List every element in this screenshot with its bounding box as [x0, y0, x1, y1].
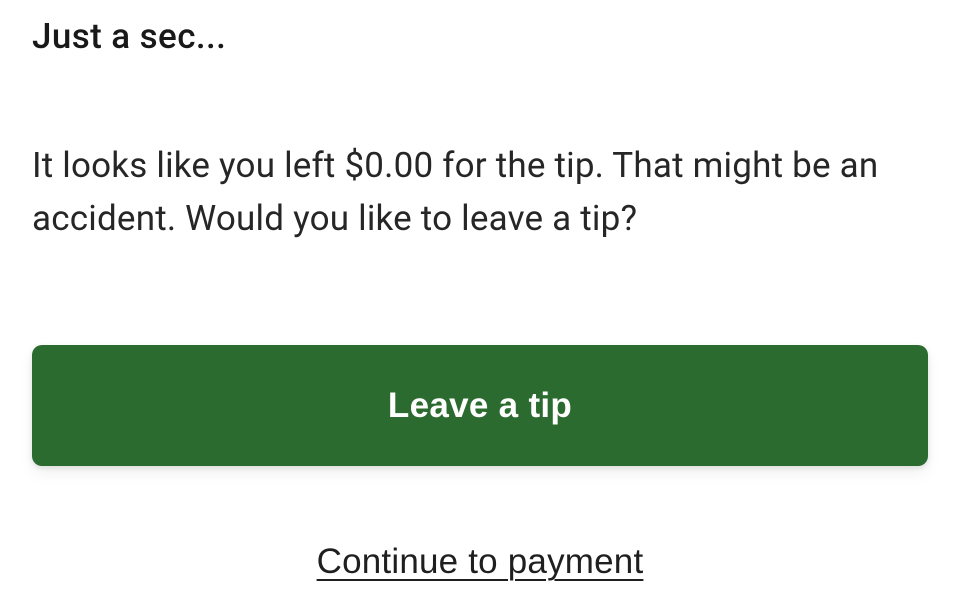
- continue-to-payment-link[interactable]: Continue to payment: [317, 542, 644, 582]
- leave-tip-button[interactable]: Leave a tip: [32, 345, 928, 466]
- dialog-message: It looks like you left $0.00 for the tip…: [32, 139, 928, 245]
- tip-prompt-dialog: Just a sec... It looks like you left $0.…: [0, 0, 960, 609]
- dialog-title: Just a sec...: [32, 16, 928, 57]
- secondary-action-row: Continue to payment: [32, 466, 928, 582]
